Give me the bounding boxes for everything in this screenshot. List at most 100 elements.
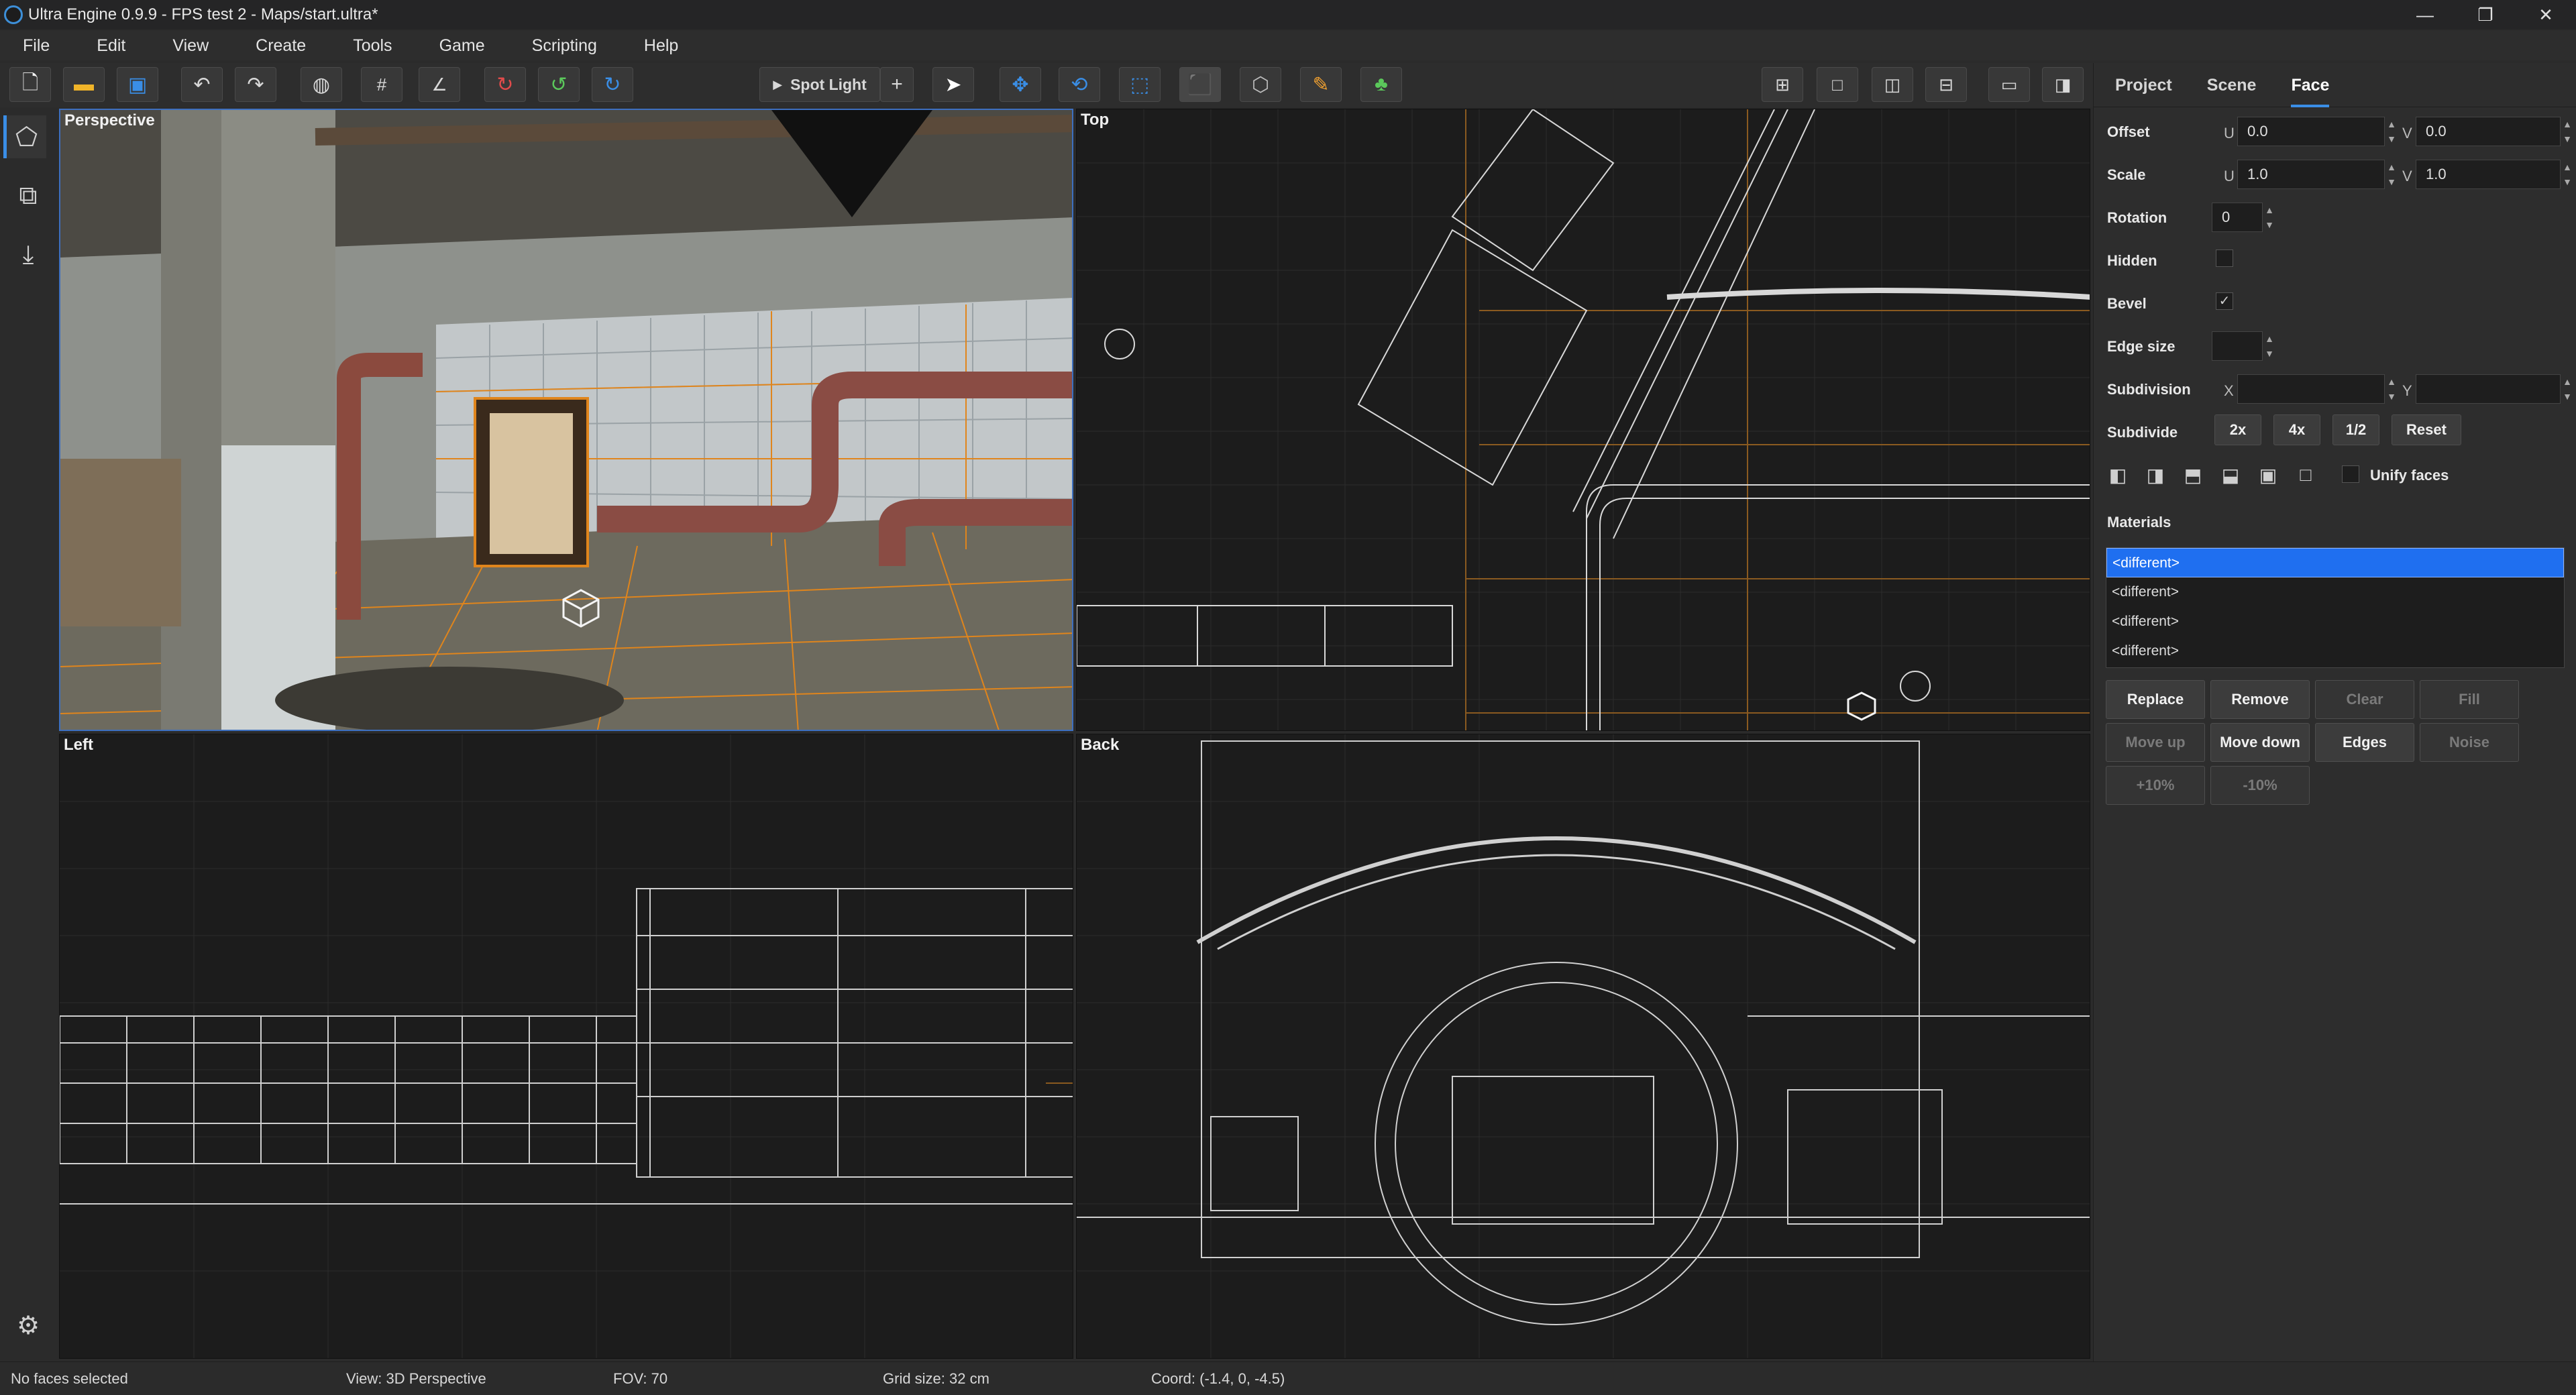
menu-create[interactable]: Create: [256, 36, 306, 56]
unify-faces-checkbox[interactable]: [2342, 465, 2359, 483]
layout-quad-button[interactable]: ⊞: [1762, 67, 1803, 102]
materials-label: Materials: [2107, 514, 2171, 531]
face-tool-button[interactable]: ⬛: [1179, 67, 1221, 102]
sidebar-item-objects[interactable]: ⬠: [3, 115, 46, 158]
menu-scripting[interactable]: Scripting: [532, 36, 597, 56]
menu-edit[interactable]: Edit: [97, 36, 125, 56]
new-file-button[interactable]: 🗋: [9, 67, 51, 102]
bevel-checkbox[interactable]: ✓: [2216, 292, 2233, 310]
move-down-button[interactable]: Move down: [2210, 723, 2310, 762]
edges-button[interactable]: Edges: [2315, 723, 2414, 762]
scale-v-spinner[interactable]: ▲ ▼: [2561, 160, 2574, 189]
sidebar-item-import[interactable]: ⤓: [7, 233, 50, 276]
subdivide-reset-button[interactable]: Reset: [2392, 414, 2461, 445]
open-file-button[interactable]: ▬: [63, 67, 105, 102]
replace-button[interactable]: Replace: [2106, 680, 2205, 719]
subdivision-y-spinner[interactable]: ▲ ▼: [2561, 374, 2574, 404]
toggle-side-panel-button[interactable]: ◨: [2042, 67, 2084, 102]
offset-v-input[interactable]: 0.0: [2416, 117, 2561, 146]
minimize-button[interactable]: —: [2395, 0, 2455, 30]
viewport-back[interactable]: Back: [1076, 734, 2090, 1359]
offset-u-spinner[interactable]: ▲ ▼: [2385, 117, 2398, 146]
vertex-tool-button[interactable]: ⬡: [1240, 67, 1281, 102]
spot-light-button[interactable]: ▶ Spot Light: [759, 67, 880, 102]
close-button[interactable]: ✕: [2516, 0, 2576, 30]
hidden-checkbox[interactable]: [2216, 249, 2233, 267]
align-top-button[interactable]: ⬒: [2180, 461, 2206, 488]
materials-list: <different> <different> <different> <dif…: [2106, 547, 2565, 668]
menu-game[interactable]: Game: [439, 36, 485, 56]
material-item[interactable]: <different>: [2106, 636, 2564, 666]
grid-snap-button[interactable]: #: [361, 67, 402, 102]
remove-button[interactable]: Remove: [2210, 680, 2310, 719]
align-bottom-button[interactable]: ⬓: [2217, 461, 2244, 488]
material-item[interactable]: <different>: [2106, 577, 2564, 607]
plus-icon: +: [891, 73, 903, 95]
edge-size-input[interactable]: [2212, 331, 2263, 361]
noise-button[interactable]: Noise: [2420, 723, 2519, 762]
layout-split-h-button[interactable]: ⊟: [1925, 67, 1967, 102]
scale-tool-button[interactable]: ⬚: [1119, 67, 1161, 102]
rotate-green-button[interactable]: ↺: [538, 67, 580, 102]
maximize-button[interactable]: ❐: [2455, 0, 2516, 30]
decrease-10-button[interactable]: -10%: [2210, 766, 2310, 805]
globe-button[interactable]: ◍: [301, 67, 342, 102]
viewport-left[interactable]: Left: [59, 734, 1073, 1359]
subdivide-half-button[interactable]: 1/2: [2332, 414, 2379, 445]
move-up-button[interactable]: Move up: [2106, 723, 2205, 762]
tab-face[interactable]: Face: [2291, 63, 2330, 107]
panel-side-icon: ◨: [2054, 74, 2072, 95]
toggle-bottom-panel-button[interactable]: ▭: [1988, 67, 2030, 102]
scale-u-input[interactable]: 1.0: [2237, 160, 2385, 189]
menu-help[interactable]: Help: [644, 36, 678, 56]
scale-v-input[interactable]: 1.0: [2416, 160, 2561, 189]
align-center-button[interactable]: ▣: [2255, 461, 2282, 488]
menu-file[interactable]: File: [23, 36, 50, 56]
sidebar-item-scene-tree[interactable]: ⧉: [7, 174, 50, 217]
viewport-top[interactable]: Top: [1076, 109, 2090, 731]
rotate-icon: ↻: [496, 73, 514, 96]
layout-split-v-button[interactable]: ◫: [1872, 67, 1913, 102]
rotate-red-button[interactable]: ↻: [484, 67, 526, 102]
rotate-blue-button[interactable]: ↻: [592, 67, 633, 102]
subdivide-2x-button[interactable]: 2x: [2214, 414, 2261, 445]
sidebar-item-settings[interactable]: ⚙: [7, 1304, 50, 1347]
offset-v-spinner[interactable]: ▲ ▼: [2561, 117, 2574, 146]
save-button[interactable]: ▣: [117, 67, 158, 102]
tab-scene[interactable]: Scene: [2207, 63, 2257, 107]
add-entity-button[interactable]: +: [880, 67, 914, 102]
viewport-perspective[interactable]: Perspective: [59, 109, 1073, 731]
angle-snap-button[interactable]: ∠: [419, 67, 460, 102]
fit-button[interactable]: □: [2292, 461, 2319, 488]
edge-size-spinner[interactable]: ▲ ▼: [2263, 331, 2276, 361]
fill-button[interactable]: Fill: [2420, 680, 2519, 719]
rotation-input[interactable]: 0: [2212, 203, 2263, 232]
align-right-button[interactable]: ◨: [2142, 461, 2169, 488]
subdivision-y-input[interactable]: [2416, 374, 2561, 404]
redo-button[interactable]: ↷: [235, 67, 276, 102]
subdivision-x-spinner[interactable]: ▲ ▼: [2385, 374, 2398, 404]
shapes-icon: ⬠: [15, 123, 38, 152]
move-tool-button[interactable]: ✥: [1000, 67, 1041, 102]
menu-tools[interactable]: Tools: [353, 36, 392, 56]
app-logo-icon: [4, 5, 23, 24]
terrain-tool-button[interactable]: ♣: [1360, 67, 1402, 102]
align-left-button[interactable]: ◧: [2104, 461, 2131, 488]
offset-u-input[interactable]: 0.0: [2237, 117, 2385, 146]
scale-u-spinner[interactable]: ▲ ▼: [2385, 160, 2398, 189]
rotation-spinner[interactable]: ▲ ▼: [2263, 203, 2276, 232]
tab-project[interactable]: Project: [2115, 63, 2172, 107]
material-item[interactable]: <different>: [2106, 607, 2564, 636]
undo-button[interactable]: ↶: [181, 67, 223, 102]
material-item[interactable]: <different>: [2106, 548, 2564, 577]
clear-button[interactable]: Clear: [2315, 680, 2414, 719]
menu-view[interactable]: View: [172, 36, 209, 56]
subdivision-x-input[interactable]: [2237, 374, 2385, 404]
increase-10-button[interactable]: +10%: [2106, 766, 2205, 805]
select-tool-button[interactable]: ➤: [932, 67, 974, 102]
rotate-tool-button[interactable]: ⟲: [1059, 67, 1100, 102]
subdivide-4x-button[interactable]: 4x: [2273, 414, 2320, 445]
hierarchy-icon: ⧉: [19, 181, 38, 210]
paint-tool-button[interactable]: ✎: [1300, 67, 1342, 102]
layout-single-button[interactable]: □: [1817, 67, 1858, 102]
